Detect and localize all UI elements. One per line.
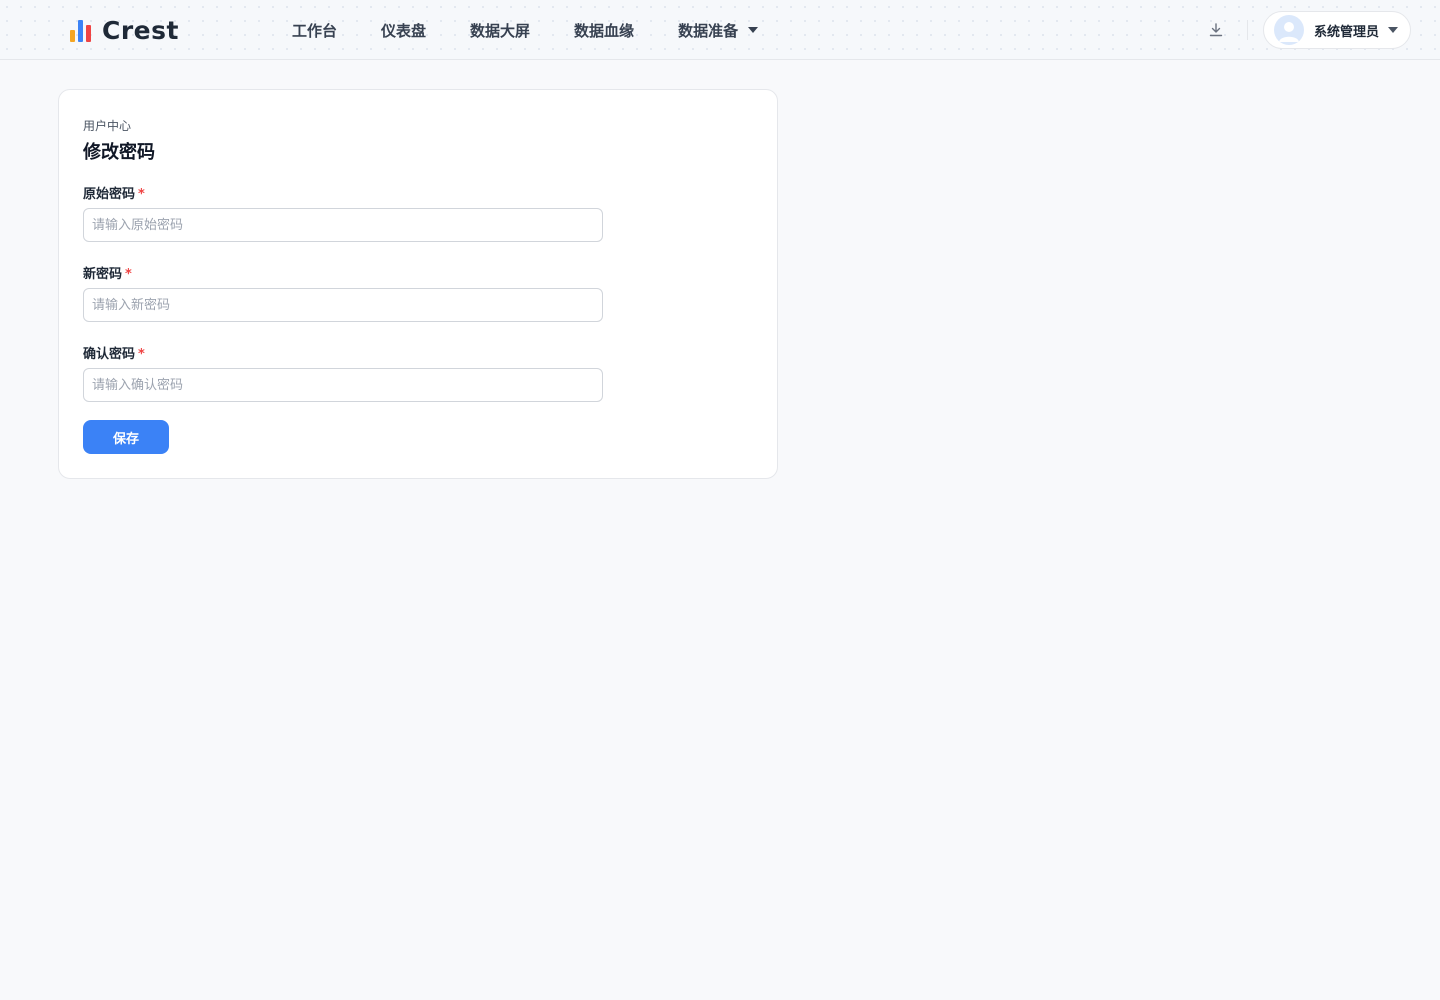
confirm-password-label: 确认密码 * — [83, 347, 145, 362]
user-avatar-icon — [1274, 15, 1304, 45]
logo-bars-icon — [70, 18, 94, 42]
original-password-label: 原始密码 * — [83, 187, 145, 202]
save-button[interactable]: 保存 — [83, 420, 169, 454]
nav-item-label: 数据准备 — [678, 21, 739, 40]
change-password-card: 用户中心 修改密码 原始密码 * 新密码 * 确认密码 * 保存 — [58, 89, 778, 479]
new-password-input[interactable] — [83, 288, 603, 322]
nav-item-data-screen[interactable]: 数据大屏 — [470, 20, 530, 41]
nav-item-label: 工作台 — [292, 21, 338, 40]
nav-item-label: 仪表盘 — [381, 21, 427, 40]
logo-text: Crest — [102, 15, 179, 45]
header-divider — [1247, 20, 1248, 40]
nav-item-label: 数据大屏 — [470, 21, 531, 40]
page-title: 修改密码 — [83, 142, 155, 163]
nav-item-workbench[interactable]: 工作台 — [292, 20, 337, 41]
nav-item-data-lineage[interactable]: 数据血缘 — [574, 20, 634, 41]
main-nav: 工作台 仪表盘 数据大屏 数据血缘 数据准备 — [292, 0, 802, 60]
required-mark: * — [125, 267, 132, 282]
app-logo[interactable]: Crest — [70, 14, 179, 46]
required-mark: * — [138, 187, 145, 202]
original-password-input[interactable] — [83, 208, 603, 242]
download-button[interactable] — [1206, 20, 1226, 40]
user-menu[interactable]: 系统管理员 — [1263, 11, 1411, 49]
top-header: Crest 工作台 仪表盘 数据大屏 数据血缘 数据准备 系统管理员 — [0, 0, 1440, 60]
download-icon — [1209, 23, 1223, 37]
nav-item-dashboard[interactable]: 仪表盘 — [381, 20, 426, 41]
caret-down-icon — [748, 27, 759, 33]
nav-item-label: 数据血缘 — [574, 21, 635, 40]
breadcrumb: 用户中心 — [83, 119, 132, 133]
caret-down-icon — [1388, 27, 1399, 33]
new-password-label: 新密码 * — [83, 267, 132, 282]
user-name: 系统管理员 — [1314, 24, 1380, 40]
confirm-password-input[interactable] — [83, 368, 603, 402]
nav-item-data-prep[interactable]: 数据准备 — [678, 20, 759, 41]
required-mark: * — [138, 347, 145, 362]
